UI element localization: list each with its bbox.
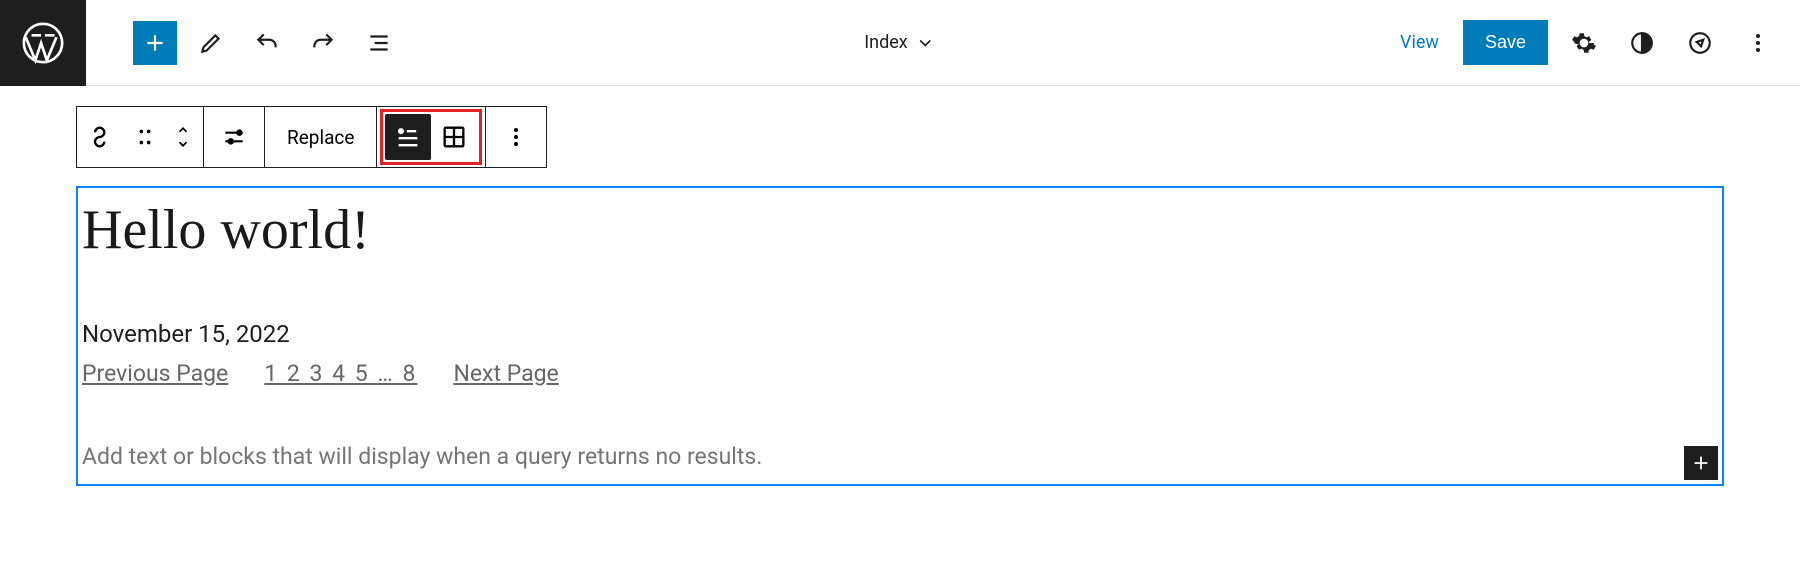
- styles-icon: [1629, 30, 1655, 56]
- list-layout-icon: [394, 123, 422, 151]
- query-loop-block-button[interactable]: [77, 107, 127, 167]
- redo-button[interactable]: [301, 21, 345, 65]
- wordpress-icon: [20, 20, 66, 66]
- gear-icon: [1571, 30, 1597, 56]
- top-toolbar: Index View Save: [0, 0, 1800, 86]
- compass-icon: [1687, 30, 1713, 56]
- chevron-down-icon: [916, 33, 936, 53]
- chevron-down-icon: [174, 137, 192, 151]
- move-down-button[interactable]: [174, 137, 192, 151]
- move-up-button[interactable]: [174, 123, 192, 137]
- block-mover: [163, 107, 203, 167]
- block-more-options-button[interactable]: [486, 107, 546, 167]
- no-results-placeholder[interactable]: Add text or blocks that will display whe…: [82, 443, 1718, 470]
- display-settings-button[interactable]: [204, 107, 264, 167]
- replace-button[interactable]: Replace: [265, 107, 376, 167]
- grid-layout-button[interactable]: [431, 114, 477, 160]
- top-toolbar-right: View Save: [1390, 20, 1780, 65]
- query-loop-block[interactable]: Hello world! November 15, 2022 Previous …: [76, 186, 1724, 486]
- drag-handle[interactable]: [127, 107, 163, 167]
- document-overview-button[interactable]: [357, 21, 401, 65]
- settings-button[interactable]: [1562, 21, 1606, 65]
- pagination-numbers[interactable]: 1 2 3 4 5 … 8: [264, 360, 417, 387]
- grid-layout-icon: [440, 123, 468, 151]
- pagination-previous[interactable]: Previous Page: [82, 360, 228, 387]
- pagination: Previous Page 1 2 3 4 5 … 8 Next Page: [82, 360, 1718, 387]
- sliders-icon: [221, 124, 247, 150]
- document-title-label: Index: [864, 32, 907, 53]
- layout-toggle-group: [380, 109, 482, 165]
- wordpress-logo[interactable]: [0, 0, 86, 86]
- pagination-next[interactable]: Next Page: [453, 360, 558, 387]
- block-toolbar: Replace: [76, 106, 547, 168]
- undo-icon: [254, 30, 280, 56]
- plus-icon: [142, 30, 168, 56]
- top-toolbar-left: [0, 0, 401, 86]
- navigation-button[interactable]: [1678, 21, 1722, 65]
- undo-button[interactable]: [245, 21, 289, 65]
- edit-mode-button[interactable]: [189, 21, 233, 65]
- drag-icon: [134, 126, 156, 148]
- redo-icon: [310, 30, 336, 56]
- post-date[interactable]: November 15, 2022: [82, 320, 1718, 348]
- query-loop-icon: [88, 123, 116, 151]
- chevron-up-icon: [174, 123, 192, 137]
- post-title[interactable]: Hello world!: [82, 198, 1718, 262]
- list-view-icon: [366, 30, 392, 56]
- list-layout-button[interactable]: [385, 114, 431, 160]
- pencil-icon: [198, 30, 224, 56]
- add-block-button[interactable]: [133, 21, 177, 65]
- plus-icon: [1690, 452, 1712, 474]
- document-title-dropdown[interactable]: Index: [864, 32, 935, 53]
- save-button[interactable]: Save: [1463, 20, 1548, 65]
- more-vertical-icon: [504, 125, 528, 149]
- editor-area: Replace Hello world! November 15, 2022 P…: [0, 86, 1800, 486]
- more-vertical-icon: [1746, 31, 1770, 55]
- add-inner-block-button[interactable]: [1684, 446, 1718, 480]
- view-link[interactable]: View: [1390, 24, 1449, 61]
- more-options-button[interactable]: [1736, 21, 1780, 65]
- styles-button[interactable]: [1620, 21, 1664, 65]
